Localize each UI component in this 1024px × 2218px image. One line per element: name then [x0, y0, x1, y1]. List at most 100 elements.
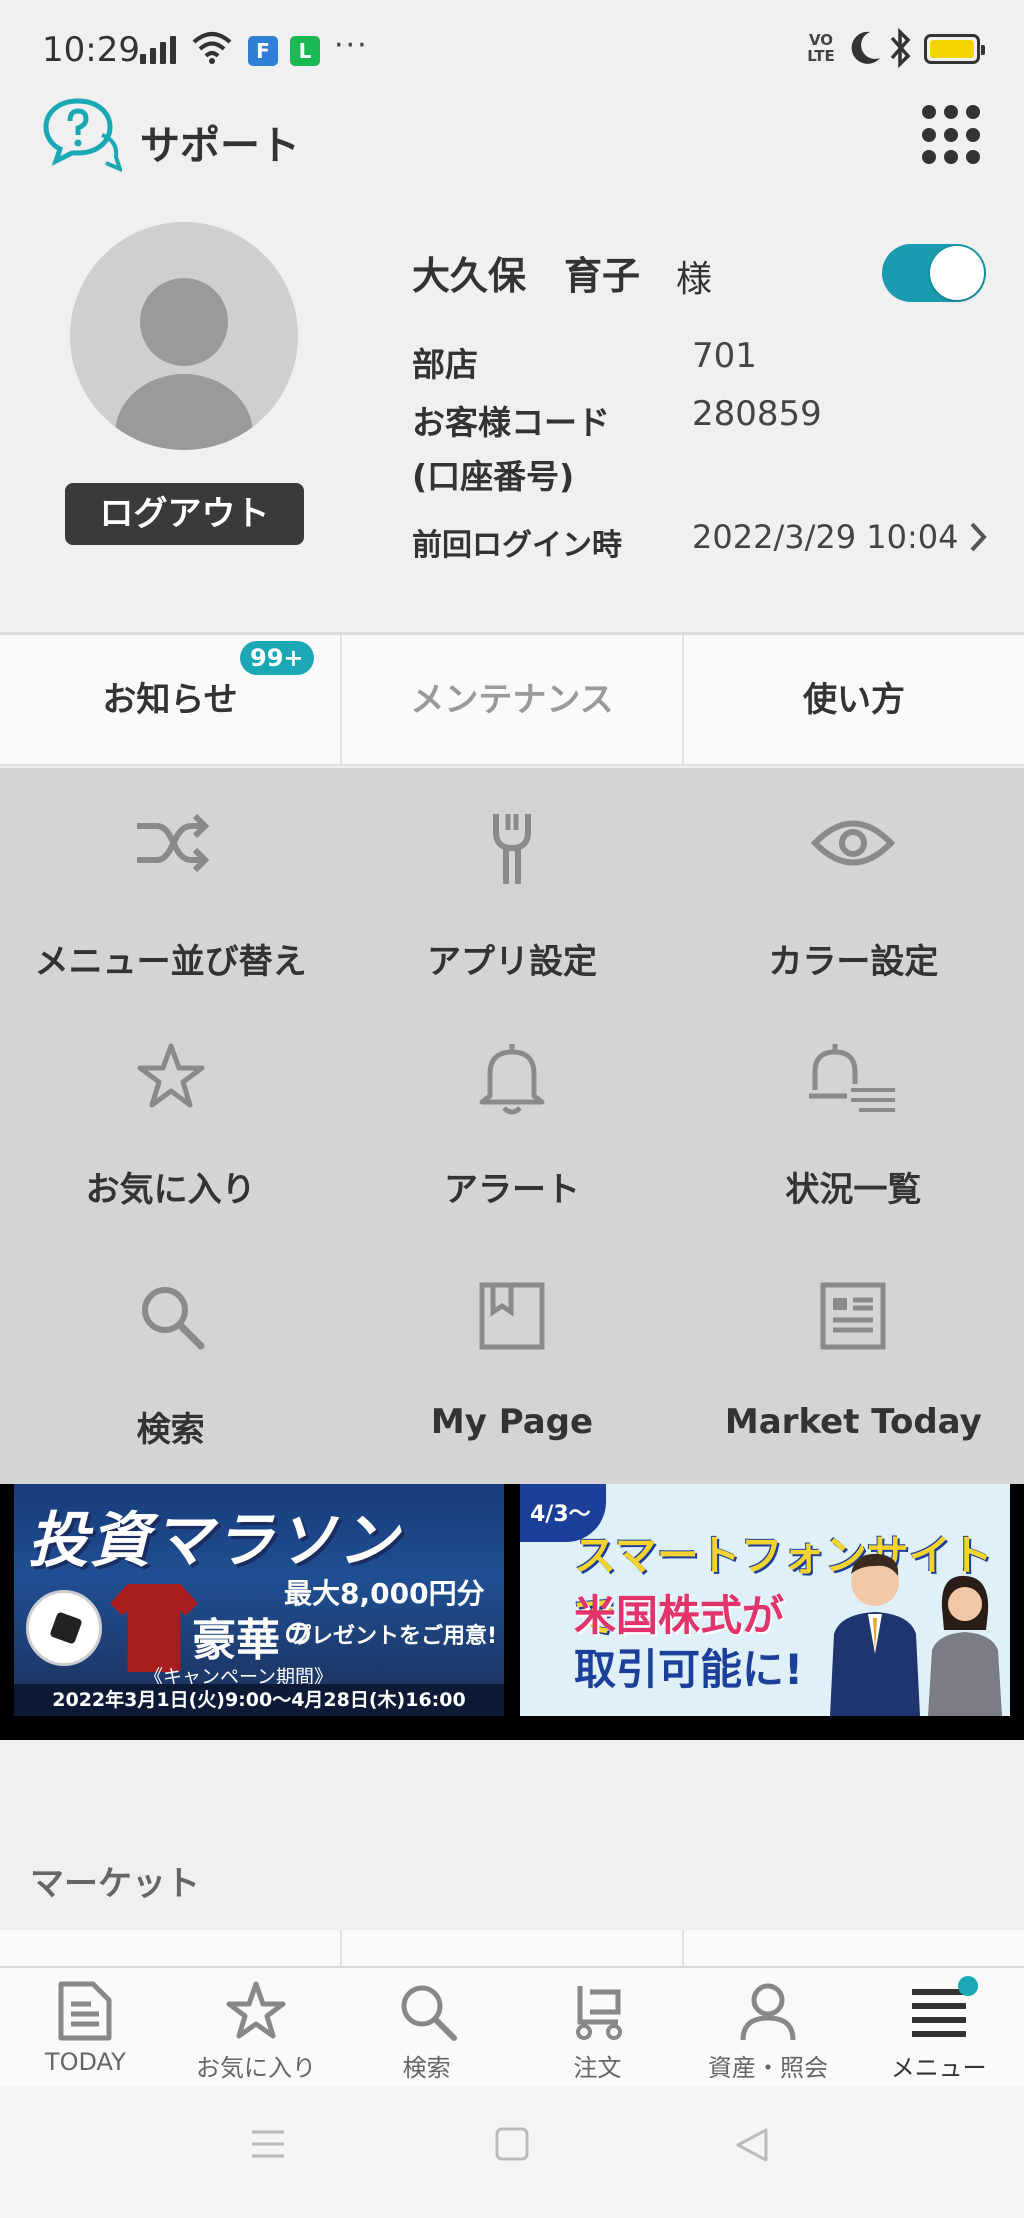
- menu-item-market-today[interactable]: Market Today: [683, 1240, 1024, 1480]
- customer-code-sublabel: (口座番号): [412, 457, 575, 496]
- customer-code-label: お客様コード: [412, 403, 610, 442]
- battery-icon: [924, 34, 985, 64]
- bottom-navigation: TODAY お気に入り 検索 注文 資産・照会 メニュー: [0, 1966, 1024, 2086]
- nav-label: お気に入り: [196, 2054, 316, 2082]
- app-grid-menu-button[interactable]: [922, 105, 982, 165]
- status-bar: 10:29 F L ··· VO LTE: [0, 0, 1024, 100]
- businessman-illustration: [830, 1553, 920, 1716]
- recent-apps-icon[interactable]: [248, 2126, 288, 2162]
- wifi-icon: [192, 32, 232, 64]
- menu-item-app-settings[interactable]: アプリ設定: [341, 768, 682, 1000]
- star-icon: [137, 1043, 205, 1108]
- user-name: 大久保 育子: [412, 254, 641, 298]
- market-section-title: マーケット: [30, 1864, 200, 1904]
- menu-item-label: お気に入り: [85, 1170, 256, 1210]
- tab-label: メンテナンス: [410, 680, 614, 720]
- document-icon: [58, 1981, 112, 2041]
- bluetooth-icon: [890, 28, 911, 68]
- menu-item-status-list[interactable]: 状況一覧: [683, 1000, 1024, 1240]
- nav-menu[interactable]: メニュー: [853, 1968, 1024, 2086]
- nav-label: 検索: [402, 2054, 451, 2082]
- tab-label: 使い方: [803, 680, 905, 720]
- jersey-icon: [110, 1584, 198, 1672]
- last-login-value[interactable]: 2022/3/29 10:04: [692, 518, 958, 556]
- bell-icon: [479, 1044, 545, 1115]
- soccer-ball-icon: [26, 1590, 102, 1666]
- cart-icon: [576, 1986, 623, 2040]
- menu-item-reorder[interactable]: メニュー並び替え: [0, 768, 341, 1000]
- system-navigation-bar: [0, 2086, 1024, 2218]
- tab-notices[interactable]: お知らせ 99+: [0, 635, 342, 764]
- eye-icon: [811, 820, 896, 866]
- shuffle-icon: [136, 813, 209, 873]
- banner-gorgeous: 豪華: [192, 1615, 280, 1666]
- menu-item-alerts[interactable]: アラート: [341, 1000, 682, 1240]
- menu-notification-dot: [958, 1976, 978, 1996]
- nav-order[interactable]: 注文: [512, 1968, 683, 2086]
- signal-icon: [140, 36, 176, 64]
- nav-assets[interactable]: 資産・照会: [683, 1968, 854, 2086]
- app-header: サポート: [0, 95, 1024, 185]
- marathon-campaign-banner[interactable]: 投資マラソン 最大8,000円分の 豪華 プレゼントをご用意! 《キャンペーン期…: [14, 1484, 504, 1716]
- nav-search[interactable]: 検索: [341, 1968, 512, 2086]
- more-notifications-icon: ···: [334, 28, 369, 63]
- nav-label: TODAY: [44, 2048, 126, 2076]
- chevron-right-icon[interactable]: [968, 520, 988, 554]
- tab-label: お知らせ: [102, 680, 238, 720]
- branch-label: 部店: [412, 345, 478, 384]
- banner-line-2: 米国株式が: [574, 1591, 785, 1640]
- home-icon[interactable]: [494, 2126, 530, 2162]
- page-title: サポート: [140, 123, 300, 169]
- market-tabs-row: [0, 1930, 1024, 1970]
- avatar: [70, 222, 298, 450]
- menu-item-label: 状況一覧: [785, 1170, 922, 1210]
- menu-item-label: アラート: [443, 1170, 580, 1210]
- last-login-label: 前回ログイン時: [412, 528, 622, 563]
- menu-item-favorites[interactable]: お気に入り: [0, 1000, 341, 1240]
- user-honorific: 様: [676, 259, 713, 300]
- banner-title: 投資マラソン: [28, 1506, 400, 1576]
- person-icon: [740, 1983, 796, 2041]
- support-tabs: お知らせ 99+ メンテナンス 使い方: [0, 632, 1024, 766]
- star-icon: [226, 1981, 286, 2039]
- menu-item-label: My Page: [430, 1402, 594, 1442]
- customer-code-value: 280859: [692, 394, 822, 434]
- nav-label: 資産・照会: [708, 2054, 829, 2082]
- menu-grid: メニュー並び替え アプリ設定 カラー設定 お気に入り アラート 状況一覧 検索 …: [0, 768, 1024, 1484]
- menu-item-color-settings[interactable]: カラー設定: [683, 768, 1024, 1000]
- tab-how-to-use[interactable]: 使い方: [684, 635, 1024, 764]
- banner-line-3: 取引可能に!: [574, 1645, 804, 1694]
- bell-list-icon: [809, 1044, 896, 1112]
- menu-item-label: 検索: [136, 1410, 205, 1450]
- menu-item-my-page[interactable]: My Page: [341, 1240, 682, 1480]
- tab-maintenance[interactable]: メンテナンス: [342, 635, 684, 764]
- us-stocks-banner[interactable]: 4/3～ スマートフォンサイトで 米国株式が 取引可能に!: [520, 1484, 1010, 1716]
- logout-button[interactable]: ログアウト: [65, 483, 304, 545]
- notification-badge: 99+: [240, 641, 314, 675]
- menu-item-label: カラー設定: [768, 942, 939, 982]
- menu-item-search[interactable]: 検索: [0, 1240, 341, 1480]
- back-icon[interactable]: [734, 2126, 770, 2164]
- app-notification-icon: F: [248, 36, 278, 66]
- status-time: 10:29: [42, 30, 140, 70]
- volte-icon: VO LTE: [807, 31, 835, 65]
- wrench-icon: [492, 814, 531, 884]
- menu-item-label: アプリ設定: [426, 942, 597, 982]
- menu-item-label: Market Today: [724, 1402, 982, 1442]
- profile-toggle[interactable]: [882, 244, 986, 302]
- nav-today[interactable]: TODAY: [0, 1968, 171, 2086]
- branch-value: 701: [692, 336, 757, 376]
- nav-favorites[interactable]: お気に入り: [171, 1968, 342, 2086]
- search-icon: [141, 1287, 205, 1350]
- support-chat-icon: [43, 98, 122, 173]
- banner-present: プレゼントをご用意!: [289, 1624, 498, 1649]
- banner-period: 2022年3月1日(火)9:00～4月28日(木)16:00: [14, 1684, 504, 1716]
- banner-carousel: 投資マラソン 最大8,000円分の 豪華 プレゼントをご用意! 《キャンペーン期…: [0, 1484, 1024, 1740]
- search-icon: [401, 1985, 457, 2041]
- dnd-moon-icon: [851, 31, 880, 64]
- news-icon: [820, 1282, 886, 1350]
- line-notification-icon: L: [290, 36, 320, 66]
- bookmark-icon: [479, 1282, 545, 1350]
- businesswoman-illustration: [928, 1575, 1002, 1716]
- nav-label: メニュー: [890, 2054, 987, 2082]
